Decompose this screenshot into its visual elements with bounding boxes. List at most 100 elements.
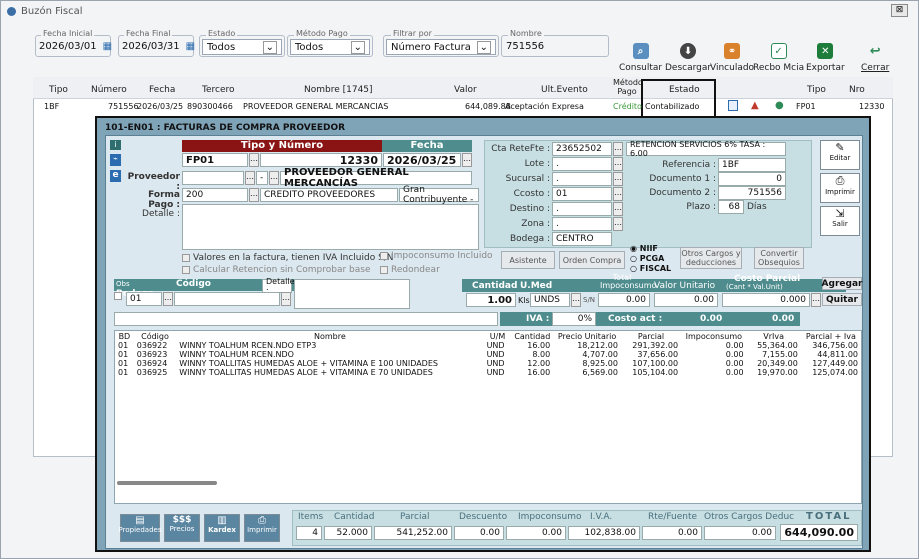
umed-lookup[interactable]: … (571, 293, 581, 307)
kardex-button[interactable]: ▥ Kardex (204, 514, 240, 542)
col-tercero[interactable]: Tercero (202, 85, 235, 95)
proveedor-lookup2-button[interactable]: … (269, 171, 279, 185)
bodega-field[interactable]: CENTRO (552, 232, 612, 246)
descargar-button[interactable]: ⬇ Descargar (665, 43, 711, 73)
zona-lookup-button[interactable]: … (613, 217, 623, 231)
col-nro[interactable]: Nro (849, 85, 865, 95)
entry-bodega-field[interactable]: 01 (126, 292, 162, 306)
grid-col-header[interactable]: Código (134, 331, 176, 341)
proveedor-lookup-button[interactable]: … (245, 171, 255, 185)
redondear-checkbox[interactable]: Redondear (380, 265, 440, 275)
propiedades-button[interactable]: ▤ Propiedades (119, 514, 161, 542)
horizontal-scrollbar[interactable] (117, 481, 217, 485)
grid-col-header[interactable]: Cantidad (511, 331, 553, 341)
convertir-obsequios-button[interactable]: Convertir Obsequios (754, 247, 804, 269)
precios-button[interactable]: $$$ Precios (164, 514, 200, 542)
umed-field[interactable]: UNDS (530, 293, 570, 307)
obs-field[interactable] (114, 312, 498, 326)
entry-bodega-lookup[interactable]: … (163, 292, 173, 306)
pdf-icon[interactable]: ▲ (751, 100, 759, 111)
vinculado-button[interactable]: ⚭ Vinculado (710, 43, 754, 73)
valor-unit-field[interactable]: 0.00 (654, 293, 718, 307)
cerrar-button[interactable]: ↩ Cerrar (861, 43, 889, 74)
table-row[interactable]: 01 036923 WINNY TOALHUM RCEN.NDO UND 8.00 4,7… (115, 350, 861, 359)
ccosto-field[interactable]: 01 (552, 187, 612, 201)
col-tipo2[interactable]: Tipo (807, 85, 826, 95)
col-ult-evento[interactable]: Ult.Evento (541, 85, 588, 95)
quitar-button[interactable]: Quitar (822, 293, 862, 306)
calendar-icon[interactable]: ▦ (103, 41, 112, 52)
radio-fiscal[interactable]: ○ FISCAL (630, 264, 671, 274)
cta-retefte-field[interactable]: 23652502 (552, 142, 612, 156)
entry-codigo-field[interactable] (174, 292, 280, 306)
col-nombre[interactable]: Nombre [1745] (304, 85, 373, 95)
imprimir-side-button[interactable]: ⎙ Imprimir (820, 173, 860, 203)
fecha-field[interactable]: 2026/03/25 (383, 153, 461, 167)
grid-col-header[interactable]: Precio Unitario (553, 331, 621, 341)
tipo-lookup-button[interactable]: … (249, 153, 259, 167)
col-fecha[interactable]: Fecha (149, 85, 175, 95)
otros-cargos-button[interactable]: Otros Cargos y deducciones (680, 247, 742, 269)
ccosto-lookup-button[interactable]: … (613, 187, 623, 201)
leaf-icon[interactable]: ● (775, 100, 784, 111)
zona-field[interactable]: . (552, 217, 612, 231)
costo-parcial-field[interactable]: 0.000 (722, 293, 810, 307)
col-estado[interactable]: Estado (669, 85, 700, 95)
detalle-textarea[interactable] (182, 204, 479, 250)
grid-col-header[interactable]: Parcial (621, 331, 681, 341)
entry-codigo-lookup[interactable]: … (281, 292, 291, 306)
referencia-field[interactable]: 1BF (718, 158, 786, 172)
grid-col-header[interactable]: BD (115, 331, 134, 341)
total-imp-field[interactable]: 0.00 (598, 293, 650, 307)
cantidad-field[interactable]: 1.00 (466, 293, 516, 307)
lote-field[interactable]: . (552, 157, 612, 171)
cta-retefte-lookup-button[interactable]: … (613, 142, 623, 156)
document-icon[interactable] (728, 100, 738, 111)
col-tipo[interactable]: Tipo (49, 85, 68, 95)
editar-button[interactable]: ✎ Editar (820, 140, 860, 170)
numero-field[interactable]: 12330 (260, 153, 382, 167)
attach-icon[interactable]: ⌁ (110, 154, 121, 166)
lote-lookup-button[interactable]: … (613, 157, 623, 171)
filtrar-select[interactable]: Número Factura ⌄ (386, 39, 496, 55)
grid-col-header[interactable]: Impoconsumo (681, 331, 746, 341)
fecha-final-field[interactable]: 2026/03/31 ▦ (122, 41, 195, 52)
tipo-field[interactable]: FP01 (182, 153, 248, 167)
proveedor-code-field[interactable] (182, 171, 244, 185)
salir-button[interactable]: ⇲ Salir (820, 206, 860, 236)
estado-select[interactable]: Todos ⌄ (202, 39, 282, 55)
forma-pago-code[interactable]: 200 (182, 188, 248, 202)
doc1-field[interactable]: 0 (718, 172, 786, 186)
info-icon[interactable]: i (110, 140, 121, 150)
destino-lookup-button[interactable]: … (613, 202, 623, 216)
plazo-field[interactable]: 68 (718, 200, 744, 214)
impoconsumo-checkbox[interactable]: Impoconsumo Incluido (380, 251, 493, 261)
sucursal-lookup-button[interactable]: … (613, 172, 623, 186)
exportar-button[interactable]: ✕ Exportar (806, 43, 845, 73)
costo-lookup[interactable]: … (811, 293, 821, 307)
calcular-checkbox[interactable]: Calcular Retencion sin Comprobar base (182, 265, 370, 275)
nombre-input[interactable]: 751556 (506, 41, 544, 52)
grid-col-header[interactable]: VrIva (747, 331, 801, 341)
close-window-button[interactable]: ⊠ (891, 4, 908, 17)
col-numero[interactable]: Número (91, 85, 127, 95)
forma-pago-lookup-button[interactable]: … (249, 188, 259, 202)
fecha-inicial-field[interactable]: 2026/03/01 ▦ (39, 41, 112, 52)
calendar-icon[interactable]: ▦ (186, 41, 195, 52)
destino-field[interactable]: . (552, 202, 612, 216)
radio-niif[interactable]: ◉ NIIF (630, 244, 671, 254)
col-metodo[interactable]: Método Pago (613, 78, 643, 96)
entry-detalle-field[interactable] (294, 279, 410, 309)
valores-checkbox[interactable]: Valores en la factura, tienen IVA Inclui… (182, 253, 394, 263)
table-row[interactable]: 01 036925 WINNY TOALLITAS HUMEDAS ALOE + V… (115, 368, 861, 377)
fecha-picker-button[interactable]: … (462, 153, 472, 167)
doc2-field[interactable]: 751556 (718, 186, 786, 200)
table-row[interactable]: 1BF 751556 2026/03/25 890300466 PROVEEDO… (33, 100, 893, 112)
col-valor[interactable]: Valor (454, 85, 477, 95)
agregar-button[interactable]: Agregar (822, 277, 862, 290)
table-row[interactable]: 01 036924 WINNY TOALLITAS HUMEDAS ALOE + V… (115, 359, 861, 368)
imprimir-footer-button[interactable]: ⎙ Imprimir (244, 514, 280, 542)
metodo-select[interactable]: Todos ⌄ (290, 39, 370, 55)
edge-icon[interactable]: e (110, 170, 121, 182)
obs-checkbox[interactable] (114, 292, 122, 300)
